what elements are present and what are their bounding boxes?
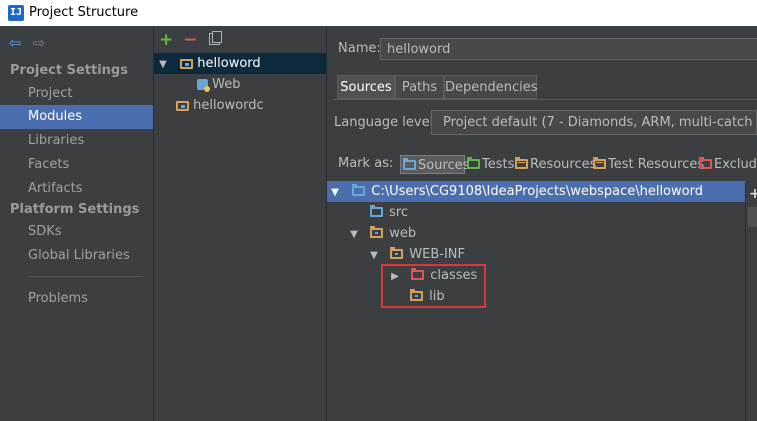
sidebar-item-facets[interactable]: Facets	[0, 153, 153, 177]
module-icon	[180, 58, 194, 69]
folder-icon	[352, 184, 366, 196]
mark-sources-label: Sources	[418, 158, 470, 173]
tree-item-content-root[interactable]: ▼ C:\Users\CG9108\IdeaProjects\webspace\…	[327, 181, 746, 202]
platform-settings-heading: Platform Settings	[10, 202, 140, 217]
expand-arrow-icon[interactable]: ▼	[157, 54, 169, 75]
name-field[interactable]	[380, 38, 757, 60]
highlight-box	[381, 264, 486, 308]
mark-test-resources-label: Test Resources	[608, 157, 705, 172]
sidebar-item-problems[interactable]: Problems	[0, 287, 153, 311]
mark-tests-button[interactable]: Tests	[467, 155, 514, 174]
add-content-root-button[interactable]: +	[749, 186, 757, 202]
add-icon[interactable]: +	[159, 30, 173, 50]
content-root-side-item	[748, 207, 757, 227]
module-icon	[176, 100, 189, 111]
folder-icon	[370, 226, 384, 238]
expand-arrow-icon[interactable]: ▼	[329, 182, 341, 203]
mark-resources-label: Resources	[530, 157, 597, 172]
mark-resources-button[interactable]: Resources	[515, 155, 596, 174]
tab-sources[interactable]: Sources	[337, 75, 395, 99]
resources-folder-icon	[515, 157, 528, 169]
tests-folder-icon	[467, 157, 480, 169]
tree-item-label: Web	[212, 77, 241, 92]
title-bar: IJ Project Structure	[0, 0, 757, 26]
mark-excluded-label: Excluded	[714, 157, 757, 172]
module-details-panel: Name: Sources Paths Dependencies Languag…	[327, 27, 757, 421]
tree-item-hellowordc[interactable]: hellowordc	[176, 95, 264, 116]
tree-item-src[interactable]: src	[327, 202, 746, 223]
sidebar-item-modules[interactable]: Modules	[0, 105, 153, 129]
copy-icon[interactable]	[209, 31, 222, 45]
tree-item-label: helloword	[197, 56, 261, 71]
module-tree-panel: + − ▼ helloword Web hellowordc	[154, 27, 327, 421]
sidebar-item-project[interactable]: Project	[0, 82, 153, 106]
source-folder-icon	[370, 205, 383, 217]
tree-item-web[interactable]: ▼ web	[327, 223, 746, 244]
sidebar-item-sdks[interactable]: SDKs	[0, 220, 153, 244]
sidebar-divider	[28, 276, 143, 277]
sources-folder-icon	[403, 158, 416, 170]
tab-dependencies[interactable]: Dependencies	[444, 75, 538, 99]
window-title: Project Structure	[29, 5, 139, 20]
language-level-dropdown[interactable]: Project default (7 - Diamonds, ARM, mult…	[431, 110, 757, 135]
mark-tests-label: Tests	[482, 157, 515, 172]
intellij-idea-icon: IJ	[8, 5, 24, 21]
sidebar-item-libraries[interactable]: Libraries	[0, 129, 153, 153]
expand-arrow-icon[interactable]: ▼	[348, 224, 360, 245]
settings-sidebar: ⇦ ⇨ Project Settings Project Modules Lib…	[0, 27, 154, 421]
remove-icon[interactable]: −	[183, 30, 197, 50]
name-label: Name:	[338, 41, 381, 56]
test-resources-folder-icon	[593, 157, 606, 169]
tab-paths[interactable]: Paths	[395, 75, 444, 99]
mark-sources-button[interactable]: Sources	[400, 155, 469, 174]
mark-excluded-button[interactable]: Excluded	[699, 155, 757, 174]
tree-item-helloword[interactable]: ▼ helloword	[157, 53, 261, 74]
sidebar-item-global-libraries[interactable]: Global Libraries	[0, 244, 153, 268]
sidebar-item-artifacts[interactable]: Artifacts	[0, 177, 153, 201]
arrow-left-icon[interactable]: ⇦	[7, 35, 23, 51]
tree-item-web-facet[interactable]: Web	[197, 74, 240, 95]
excluded-folder-icon	[699, 157, 712, 169]
project-settings-heading: Project Settings	[10, 63, 128, 78]
arrow-right-icon[interactable]: ⇨	[31, 35, 47, 51]
mark-as-label: Mark as:	[338, 156, 394, 171]
tree-item-label: WEB-INF	[409, 247, 465, 262]
tab-divider	[333, 99, 757, 100]
folder-icon	[390, 247, 404, 259]
language-level-label: Language level:	[334, 115, 438, 130]
tree-item-label: web	[389, 226, 417, 241]
tree-item-label: hellowordc	[193, 98, 264, 113]
tree-item-label: src	[389, 205, 409, 220]
expand-arrow-icon[interactable]: ▼	[368, 245, 380, 266]
mark-test-resources-button[interactable]: Test Resources	[593, 155, 704, 174]
web-facet-icon	[197, 79, 210, 92]
tree-item-web-inf[interactable]: ▼ WEB-INF	[327, 244, 746, 265]
tree-item-label: C:\Users\CG9108\IdeaProjects\webspace\he…	[371, 184, 703, 199]
